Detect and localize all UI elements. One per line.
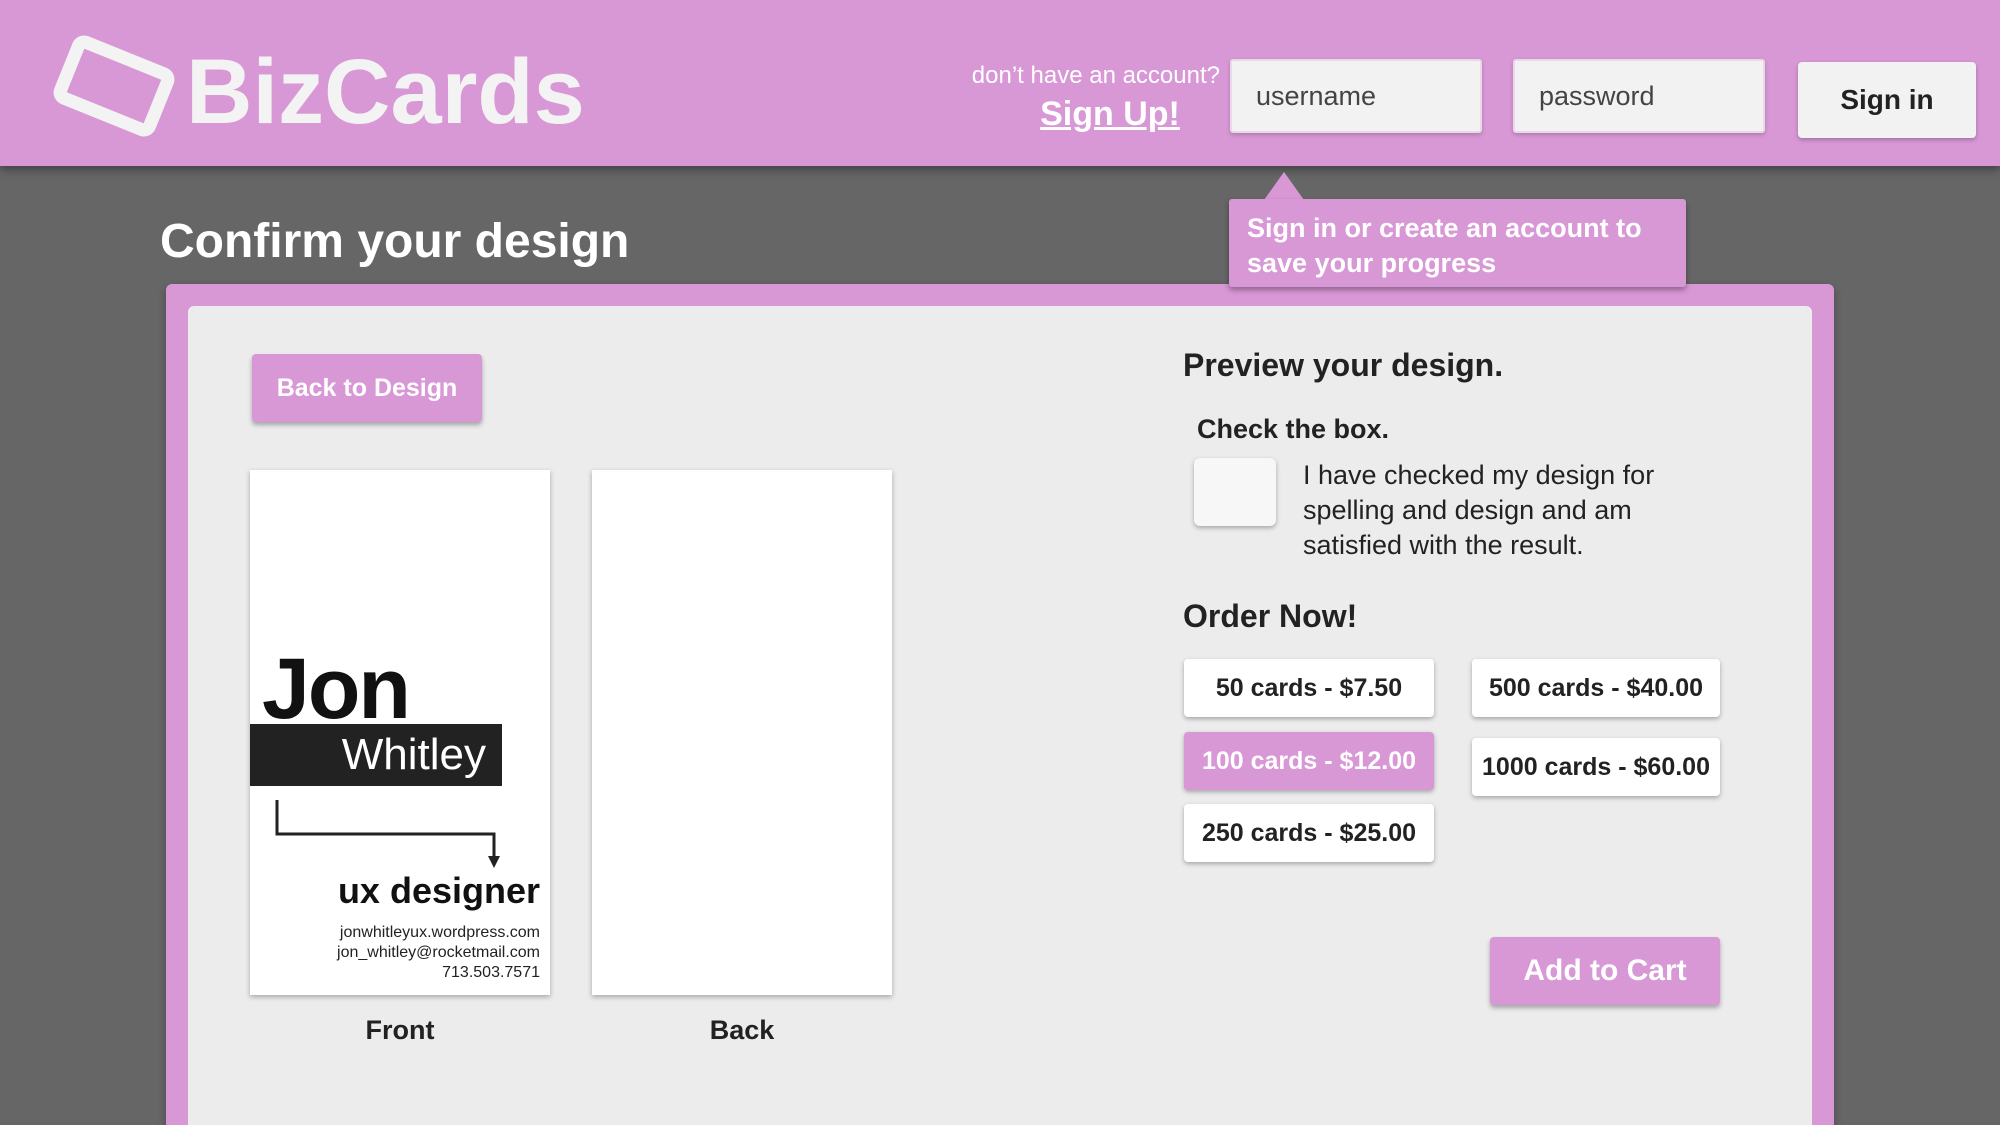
card-last-name: Whitley bbox=[341, 730, 486, 779]
password-input[interactable] bbox=[1513, 59, 1765, 133]
sign-up-link[interactable]: Sign Up! bbox=[1000, 95, 1220, 134]
page-title: Confirm your design bbox=[160, 215, 630, 268]
brand-name: BizCards bbox=[186, 41, 585, 143]
connector-arrow-icon bbox=[275, 800, 500, 868]
confirm-checkbox-label: I have checked my design for spelling an… bbox=[1303, 460, 1655, 560]
card-website: jonwhitleyux.wordpress.com bbox=[339, 924, 540, 941]
card-email: jon_whitley@rocketmail.com bbox=[337, 944, 540, 961]
card-name-bar: Whitley bbox=[250, 724, 502, 786]
front-caption: Front bbox=[365, 1015, 435, 1045]
account-prompt: don’t have an account? bbox=[971, 62, 1220, 89]
order-option-50[interactable]: 50 cards - $7.50 bbox=[1184, 659, 1434, 717]
preview-title: Preview your design. bbox=[1183, 347, 1504, 383]
confirm-checkbox[interactable] bbox=[1194, 458, 1276, 526]
username-input[interactable] bbox=[1230, 59, 1482, 133]
sign-in-tooltip: Sign in or create an account to save you… bbox=[1229, 199, 1686, 287]
order-title: Order Now! bbox=[1183, 598, 1358, 634]
back-to-design-button[interactable]: Back to Design bbox=[252, 354, 482, 422]
order-option-250[interactable]: 250 cards - $25.00 bbox=[1184, 804, 1434, 862]
card-phone: 713.503.7571 bbox=[442, 964, 540, 981]
card-back-preview bbox=[592, 470, 892, 995]
card-role: ux designer bbox=[337, 870, 540, 911]
top-header: BizCards don’t have an account? Sign Up!… bbox=[0, 0, 2000, 166]
add-to-cart-button[interactable]: Add to Cart bbox=[1490, 937, 1720, 1005]
tooltip-arrow bbox=[1264, 172, 1304, 200]
card-front-preview: Jon Whitley ux designer jonwhitleyux.wor… bbox=[250, 470, 550, 995]
order-option-100[interactable]: 100 cards - $12.00 bbox=[1184, 732, 1434, 790]
card-logo-icon bbox=[53, 35, 175, 137]
check-title: Check the box. bbox=[1197, 414, 1390, 444]
order-option-500[interactable]: 500 cards - $40.00 bbox=[1472, 659, 1720, 717]
sign-in-button[interactable]: Sign in bbox=[1798, 62, 1976, 138]
back-caption: Back bbox=[709, 1015, 775, 1045]
order-option-1000[interactable]: 1000 cards - $60.00 bbox=[1472, 738, 1720, 796]
